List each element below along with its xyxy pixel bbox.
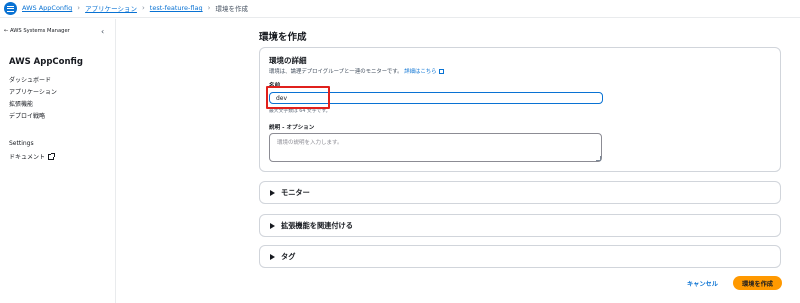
details-description: 環境は、論理デプロイグループと一連のモニターです。 詳細はこちら <box>269 67 444 75</box>
external-link-icon <box>48 153 56 160</box>
breadcrumb: AWS AppConfig › アプリケーション › test-feature-… <box>22 3 248 13</box>
resize-handle-icon[interactable] <box>596 156 601 161</box>
monitor-section-title: モニター <box>281 188 310 197</box>
sidebar-item-dashboard[interactable]: ダッシュボード <box>9 75 51 84</box>
external-link-icon <box>438 69 444 74</box>
side-navigation: ← AWS Systems Manager ‹ AWS AppConfig ダッ… <box>0 19 116 303</box>
extensions-section-title: 拡張機能を関連付ける <box>281 221 353 230</box>
tags-section[interactable]: タグ <box>259 245 781 268</box>
description-textarea[interactable] <box>269 133 602 162</box>
monitor-section[interactable]: モニター <box>259 181 781 204</box>
name-input[interactable] <box>269 92 603 104</box>
caret-right-icon <box>270 190 275 196</box>
back-to-systems-manager-link[interactable]: ← AWS Systems Manager <box>4 28 70 34</box>
documentation-label: ドキュメント <box>9 154 46 161</box>
chevron-right-icon: › <box>141 4 145 12</box>
breadcrumb-appconfig[interactable]: AWS AppConfig <box>22 4 72 12</box>
breadcrumb-application[interactable]: test-feature-flag <box>150 4 203 12</box>
breadcrumb-current: 環境を作成 <box>215 5 248 13</box>
extensions-section[interactable]: 拡張機能を関連付ける <box>259 214 781 237</box>
sidebar-item-applications[interactable]: アプリケーション <box>9 87 57 96</box>
sidebar-item-deployment-strategies[interactable]: デプロイ戦略 <box>9 111 45 120</box>
details-header: 環境の詳細 <box>269 56 307 65</box>
chevron-left-icon[interactable]: ‹ <box>101 27 104 36</box>
learn-more-label: 詳細はこちら <box>404 69 437 75</box>
chevron-right-icon: › <box>207 4 211 12</box>
page-title: 環境を作成 <box>259 32 307 43</box>
sidebar-item-documentation[interactable]: ドキュメント <box>9 152 56 161</box>
sidebar-item-settings[interactable]: Settings <box>9 140 34 147</box>
environment-details-container: 環境の詳細 環境は、論理デプロイグループと一連のモニターです。 詳細はこちら 名… <box>259 47 781 172</box>
chevron-right-icon: › <box>77 4 81 12</box>
tags-section-header[interactable]: タグ <box>270 252 295 262</box>
caret-right-icon <box>270 254 275 260</box>
name-constraint-hint: 最大文字数は 64 文字です。 <box>269 109 331 114</box>
monitor-section-header[interactable]: モニター <box>270 188 310 198</box>
details-description-text: 環境は、論理デプロイグループと一連のモニターです。 <box>269 69 403 75</box>
top-bar: AWS AppConfig › アプリケーション › test-feature-… <box>0 0 800 18</box>
name-label: 名前 <box>269 83 281 89</box>
cancel-button[interactable]: キャンセル <box>683 277 722 290</box>
breadcrumb-applications[interactable]: アプリケーション <box>85 3 137 13</box>
tags-section-title: タグ <box>281 252 296 261</box>
create-environment-button[interactable]: 環境を作成 <box>733 276 782 290</box>
sidebar-item-extensions[interactable]: 拡張機能 <box>9 99 33 108</box>
menu-icon[interactable] <box>4 2 17 15</box>
nav-title: AWS AppConfig <box>9 57 83 67</box>
extensions-section-header[interactable]: 拡張機能を関連付ける <box>270 221 353 231</box>
learn-more-link[interactable]: 詳細はこちら <box>404 69 444 75</box>
caret-right-icon <box>270 223 275 229</box>
description-label: 説明 - オプション <box>269 125 315 131</box>
